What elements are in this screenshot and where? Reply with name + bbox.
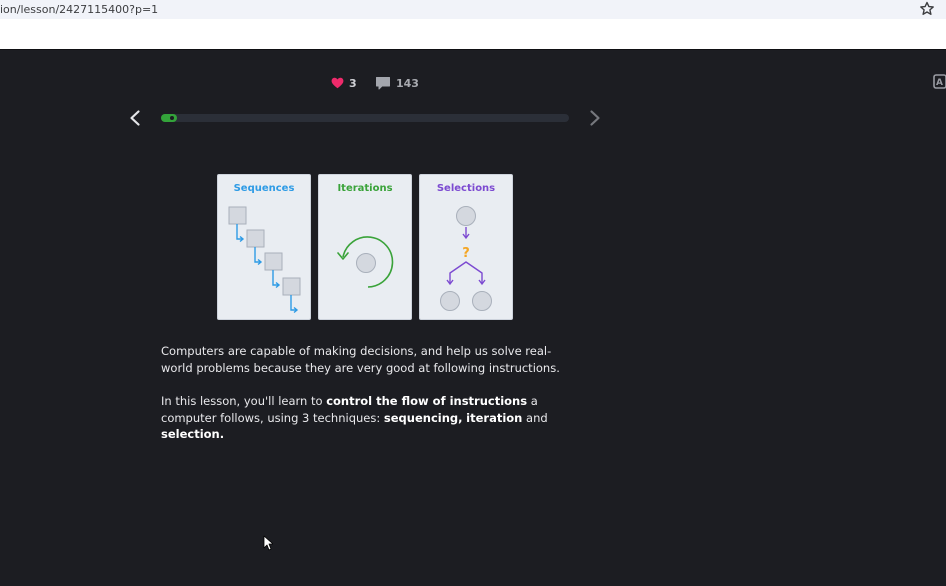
iterations-card: Iterations [318, 174, 412, 320]
lesson-goal-text: In this lesson, you'll learn to control … [161, 394, 548, 441]
comment-icon [376, 77, 390, 90]
translate-icon[interactable]: A [933, 73, 946, 91]
next-arrow-icon[interactable] [587, 109, 603, 127]
selections-card: Selections ? [419, 174, 513, 320]
comments-counter[interactable]: 143 [375, 75, 419, 91]
emphasis-sequencing: sequencing, [383, 410, 463, 425]
likes-count: 3 [349, 76, 357, 90]
previous-arrow-icon[interactable] [127, 109, 143, 127]
emphasis-control-flow: control the flow of instructions [326, 394, 528, 408]
emphasis-selection: selection. [161, 427, 225, 441]
iteration-loop-icon [337, 236, 394, 288]
progress-marker [170, 116, 175, 120]
divider [0, 49, 946, 50]
lesson-intro-text: Computers are capable of making decision… [161, 344, 560, 375]
sequence-diagram-icon [228, 206, 301, 314]
svg-text:A: A [936, 78, 943, 88]
question-mark-icon: ? [462, 246, 470, 261]
comments-count: 143 [396, 76, 419, 90]
address-bar[interactable]: ion/lesson/2427115400?p=1 [0, 0, 946, 19]
card-title-sequences: Sequences [233, 183, 295, 194]
progress-fill [161, 114, 178, 122]
sequences-card: Sequences [217, 174, 311, 320]
selection-branch-icon: ? [440, 206, 492, 311]
mouse-cursor-icon [263, 535, 273, 551]
card-title-iterations: Iterations [337, 183, 393, 194]
bookmark-star-icon[interactable] [918, 0, 936, 18]
lesson-progress-bar [161, 114, 569, 122]
heart-icon [331, 77, 344, 89]
emphasis-iteration: iteration [466, 410, 523, 425]
card-title-selections: Selections [436, 183, 496, 194]
likes-counter[interactable]: 3 [331, 75, 357, 91]
url-text[interactable]: ion/lesson/2427115400?p=1 [0, 3, 158, 16]
browser-toolbar [0, 19, 946, 49]
